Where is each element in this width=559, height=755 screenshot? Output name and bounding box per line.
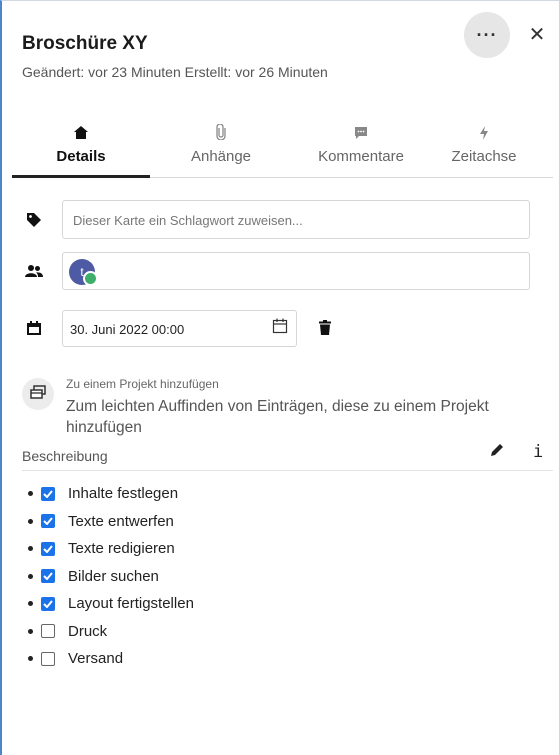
due-date-input[interactable]: 30. Juni 2022 00:00	[62, 310, 297, 347]
tab-details[interactable]: Details	[12, 120, 150, 178]
tab-label: Details	[56, 148, 106, 165]
tab-comments[interactable]: Kommentare	[292, 120, 430, 178]
bullet	[28, 573, 33, 579]
project-hint: Zum leichten Auffinden von Einträgen, di…	[66, 398, 489, 436]
info-icon[interactable]: i	[533, 442, 543, 462]
bullet	[28, 601, 33, 607]
more-options-button[interactable]: ···	[464, 12, 510, 58]
divider	[22, 470, 553, 471]
users-icon	[24, 261, 44, 281]
description-heading: Beschreibung	[22, 448, 108, 464]
checkbox-checked[interactable]	[41, 514, 55, 529]
home-icon	[12, 122, 150, 144]
list-item: Versand	[28, 645, 194, 673]
bullet	[28, 546, 33, 552]
checkbox-checked[interactable]	[41, 569, 55, 584]
comment-icon	[292, 122, 430, 144]
card-title[interactable]: Broschüre XY	[22, 33, 148, 55]
checklist-label: Texte entwerfen	[68, 512, 174, 530]
project-label[interactable]: Zu einem Projekt hinzufügen	[66, 377, 219, 391]
close-button[interactable]: ✕	[525, 22, 549, 46]
checklist-label: Druck	[68, 622, 108, 640]
list-item: Inhalte festlegen	[28, 480, 194, 508]
bullet	[28, 518, 33, 524]
checklist-label: Inhalte festlegen	[68, 485, 179, 503]
project-add-button[interactable]	[22, 378, 54, 410]
tag-input[interactable]: Dieser Karte ein Schlagwort zuweisen...	[62, 200, 530, 239]
checkbox-unchecked[interactable]	[41, 651, 55, 666]
paperclip-icon	[152, 122, 290, 144]
tag-icon	[24, 210, 44, 230]
list-item: Texte entwerfen	[28, 508, 194, 536]
card-meta: Geändert: vor 23 Minuten Erstellt: vor 2…	[22, 64, 328, 80]
pencil-icon[interactable]	[490, 443, 504, 462]
checkbox-unchecked[interactable]	[41, 624, 55, 639]
assignee-field[interactable]: t	[62, 252, 530, 290]
tab-attachments[interactable]: Anhänge	[152, 120, 290, 178]
checklist: Inhalte festlegen Texte entwerfen Texte …	[28, 480, 194, 673]
trash-icon[interactable]	[319, 320, 331, 340]
checklist-label: Bilder suchen	[68, 567, 159, 585]
lightning-icon	[415, 122, 553, 144]
checkbox-checked[interactable]	[41, 596, 55, 611]
tab-timeline[interactable]: Zeitachse	[415, 120, 553, 178]
calendar-picker-icon[interactable]	[272, 318, 288, 337]
online-status-dot	[83, 271, 98, 286]
list-item: Texte redigieren	[28, 535, 194, 563]
bullet	[28, 491, 33, 497]
tab-label: Zeitachse	[451, 148, 517, 165]
checklist-label: Versand	[68, 650, 124, 668]
list-item: Druck	[28, 618, 194, 646]
project-icon	[30, 384, 46, 404]
checkbox-checked[interactable]	[41, 486, 55, 501]
checklist-label: Layout fertigstellen	[68, 595, 194, 613]
tab-label: Kommentare	[318, 148, 404, 165]
checklist-label: Texte redigieren	[68, 540, 175, 558]
bullet	[28, 628, 33, 634]
tab-label: Anhänge	[190, 148, 252, 165]
tab-bar: Details Anhänge Kommentare Zeitachse	[12, 120, 553, 178]
bullet	[28, 656, 33, 662]
calendar-icon	[24, 318, 44, 338]
list-item: Bilder suchen	[28, 563, 194, 591]
list-item: Layout fertigstellen	[28, 590, 194, 618]
checkbox-checked[interactable]	[41, 541, 55, 556]
due-date-value: 30. Juni 2022 00:00	[70, 322, 185, 337]
